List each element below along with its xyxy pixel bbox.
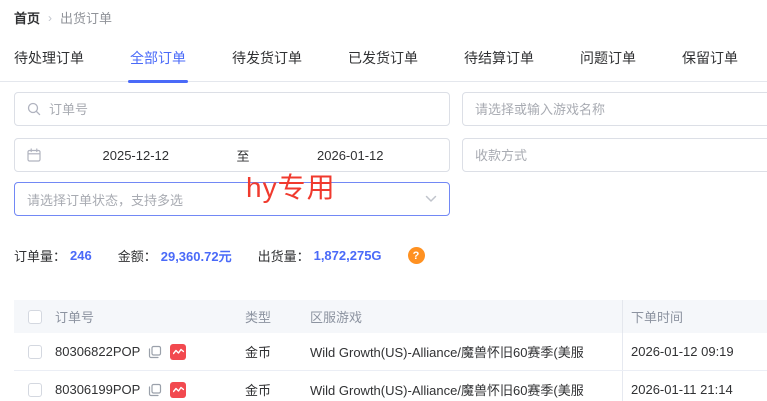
calendar-icon: [27, 148, 41, 162]
table-header-row: 订单号 类型 区服游戏 下单时间: [14, 300, 767, 333]
header-type: 类型: [245, 300, 310, 333]
order-type-value: 金币: [245, 371, 310, 401]
tab-all-orders[interactable]: 全部订单: [130, 48, 186, 81]
order-time-value: 2026-01-11 21:14: [622, 371, 767, 401]
stat-amount: 金额： 29,360.72元: [118, 246, 232, 265]
tab-to-ship-orders[interactable]: 待发货订单: [232, 48, 302, 81]
order-status-select[interactable]: 请选择订单状态，支持多选: [14, 182, 450, 216]
order-no-value: 80306822POP: [55, 344, 140, 359]
date-start-value[interactable]: 2025-12-12: [49, 148, 223, 163]
header-order-time: 下单时间: [622, 300, 767, 333]
row-checkbox[interactable]: [28, 383, 42, 397]
order-no-search-field[interactable]: [14, 92, 450, 126]
order-type-value: 金币: [245, 333, 310, 370]
row-checkbox[interactable]: [28, 345, 42, 359]
header-game: 区服游戏: [310, 300, 622, 333]
table-row: 80306199POP 金币 Wild Growth(US)-Alliance/…: [14, 371, 767, 401]
table-row: 80306822POP 金币 Wild Growth(US)-Alliance/…: [14, 333, 767, 371]
date-separator: 至: [223, 146, 264, 165]
help-icon[interactable]: ?: [408, 247, 425, 264]
tab-problem-orders[interactable]: 问题订单: [580, 48, 636, 81]
stat-shipment-value: 1,872,275G: [314, 248, 382, 263]
tab-shipped-orders[interactable]: 已发货订单: [348, 48, 418, 81]
search-icon: [27, 102, 41, 116]
order-time-value: 2026-01-12 09:19: [622, 333, 767, 370]
summary-stats: 订单量： 246 金额： 29,360.72元 出货量： 1,872,275G …: [14, 246, 425, 265]
stat-order-count-value: 246: [70, 248, 92, 263]
order-tabs: 待处理订单 全部订单 待发货订单 已发货订单 待结算订单 问题订单 保留订单: [0, 48, 767, 82]
game-name-input[interactable]: [475, 102, 767, 117]
breadcrumb: 首页 › 出货订单: [14, 8, 112, 27]
breadcrumb-home[interactable]: 首页: [14, 8, 40, 27]
tab-held-orders[interactable]: 保留订单: [682, 48, 738, 81]
payment-method-field[interactable]: [462, 138, 767, 172]
order-no-input[interactable]: [49, 102, 437, 117]
date-range-picker[interactable]: 2025-12-12 至 2026-01-12: [14, 138, 450, 172]
stat-shipment-label: 出货量：: [258, 246, 310, 265]
chevron-down-icon: [425, 195, 437, 203]
copy-icon[interactable]: [148, 383, 162, 397]
stat-shipment: 出货量： 1,872,275G: [258, 246, 382, 265]
game-server-value: Wild Growth(US)-Alliance/魔兽怀旧60赛季(美服: [310, 333, 622, 370]
tab-to-settle-orders[interactable]: 待结算订单: [464, 48, 534, 81]
payment-method-input[interactable]: [475, 148, 767, 163]
stat-order-count-label: 订单量：: [14, 246, 66, 265]
game-name-select-field[interactable]: [462, 92, 767, 126]
stat-amount-label: 金额：: [118, 246, 157, 265]
header-order-no: 订单号: [55, 300, 245, 333]
date-end-value[interactable]: 2026-01-12: [264, 148, 438, 163]
chart-badge-icon[interactable]: [170, 382, 186, 398]
breadcrumb-separator-icon: ›: [48, 11, 52, 25]
tab-pending-orders[interactable]: 待处理订单: [14, 48, 84, 81]
select-all-checkbox[interactable]: [28, 310, 42, 324]
stat-amount-value: 29,360.72元: [161, 246, 232, 265]
orders-table: 订单号 类型 区服游戏 下单时间 80306822POP 金币 Wild Gro…: [14, 300, 767, 401]
order-status-placeholder: 请选择订单状态，支持多选: [27, 190, 425, 209]
breadcrumb-current: 出货订单: [60, 8, 112, 27]
game-server-value: Wild Growth(US)-Alliance/魔兽怀旧60赛季(美服: [310, 371, 622, 401]
order-no-value: 80306199POP: [55, 382, 140, 397]
stat-order-count: 订单量： 246: [14, 246, 92, 265]
copy-icon[interactable]: [148, 345, 162, 359]
order-management-page: 首页 › 出货订单 待处理订单 全部订单 待发货订单 已发货订单 待结算订单 问…: [0, 0, 767, 401]
chart-badge-icon[interactable]: [170, 344, 186, 360]
